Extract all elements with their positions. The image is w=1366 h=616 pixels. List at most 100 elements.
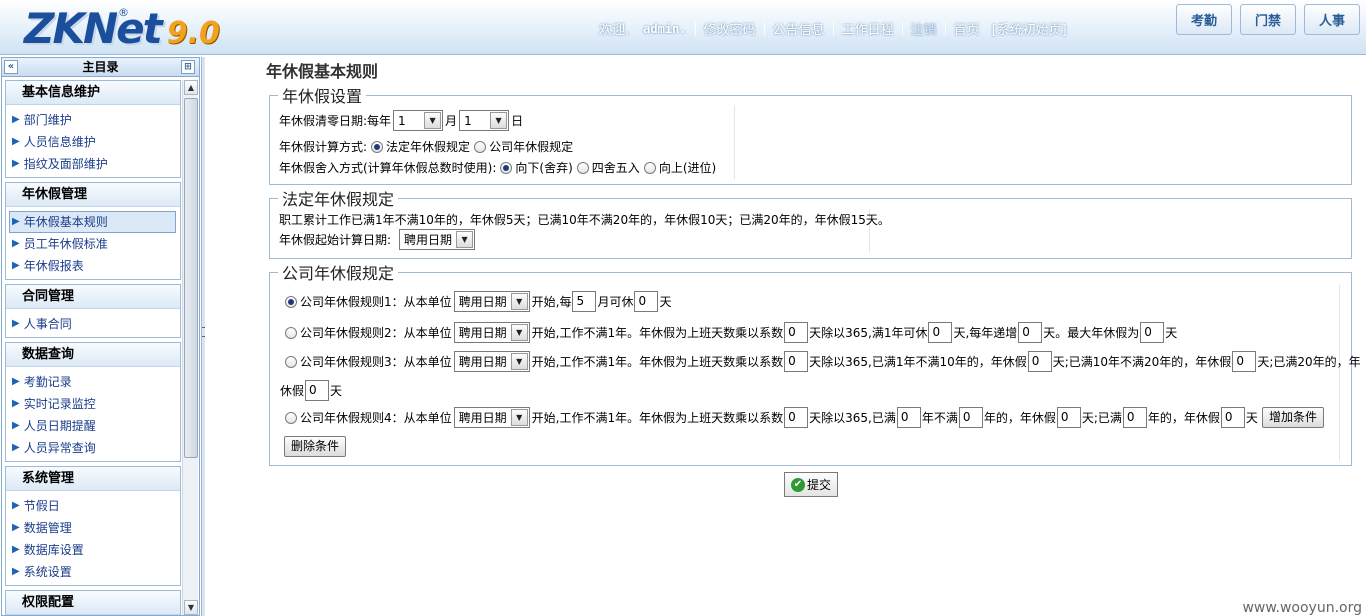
calc-company-radio[interactable] xyxy=(474,140,487,153)
rule-1-months-input[interactable]: 5 xyxy=(572,291,597,312)
scroll-down-icon[interactable]: ▼ xyxy=(184,600,198,615)
round-up-label[interactable]: 向上(进位) xyxy=(659,159,716,176)
sidebar-item-realtime-monitor[interactable]: ▶ 实时记录监控 xyxy=(6,393,180,415)
triangle-right-icon: ▶ xyxy=(12,136,20,147)
rule-3-tier3-input[interactable]: 0 xyxy=(305,380,330,401)
main-content: 年休假基本规则 年休假设置 年休假清零日期:每年 1 ▼ 月 1 ▼ 日 年休假计算… xyxy=(206,57,1366,616)
calc-legal-label[interactable]: 法定年休假规定 xyxy=(386,138,470,155)
triangle-right-icon: ▶ xyxy=(12,318,20,329)
rule-3-tier1-input[interactable]: 0 xyxy=(1027,351,1052,372)
sidebar-item-label: 考勤记录 xyxy=(23,375,72,389)
pin-icon[interactable]: ⊞ xyxy=(181,60,195,74)
sidebar-item-hr-contract[interactable]: ▶ 人事合同 xyxy=(6,313,180,335)
month-unit: 月 xyxy=(445,114,458,128)
reset-date-row: 年休假清零日期:每年 1 ▼ 月 1 ▼ 日 xyxy=(279,110,523,131)
rule-2-first-year-input[interactable]: 0 xyxy=(928,322,953,343)
calc-legal-radio[interactable] xyxy=(371,140,384,153)
rule-1-start-select[interactable]: 聘用日期 ▼ xyxy=(453,291,530,312)
day-select[interactable]: 1 ▼ xyxy=(459,110,510,131)
logout-link[interactable]: 注销 xyxy=(911,19,937,38)
access-control-module-button[interactable]: 门禁 xyxy=(1240,4,1296,35)
calc-company-label[interactable]: 公司年休假规定 xyxy=(489,138,573,155)
sidebar-item-exception-query[interactable]: ▶ 人员异常查询 xyxy=(6,437,180,459)
rule-2-radio[interactable] xyxy=(285,326,297,339)
rule-text: 开始,工作不满1年。年休假为上班天数乘以系数 xyxy=(531,326,784,340)
round-half-radio[interactable] xyxy=(576,161,589,174)
sidebar-scrollbar[interactable]: ▲ ▼ xyxy=(182,80,198,615)
sidebar-item-database-settings[interactable]: ▶ 数据库设置 xyxy=(6,539,180,561)
rule-4-coefficient-input[interactable]: 0 xyxy=(784,407,809,428)
triangle-right-icon: ▶ xyxy=(12,566,20,577)
checkmark-icon: ✔ xyxy=(790,477,805,492)
rule-label: 公司年休假规则3：从本单位 xyxy=(300,355,452,369)
scroll-thumb[interactable] xyxy=(184,98,198,458)
round-up-radio[interactable] xyxy=(643,161,656,174)
attendance-module-button[interactable]: 考勤 xyxy=(1176,4,1232,35)
chevron-down-icon: ▼ xyxy=(510,353,528,370)
group-title[interactable]: 权限配置 xyxy=(6,591,180,615)
sidebar-item-personnel[interactable]: ▶ 人员信息维护 xyxy=(6,131,180,153)
rule-2-max-input[interactable]: 0 xyxy=(1140,322,1165,343)
rule-3-start-select[interactable]: 聘用日期 ▼ xyxy=(453,351,530,372)
sidebar-item-leave-rules[interactable]: ▶ 年休假基本规则 xyxy=(9,211,176,233)
add-condition-button[interactable]: 增加条件 xyxy=(1261,407,1324,428)
rule-1-days-input[interactable]: 0 xyxy=(634,291,659,312)
rule-label: 公司年休假规则2：从本单位 xyxy=(300,326,452,340)
rule-3-radio[interactable] xyxy=(285,355,297,368)
collapse-left-icon[interactable]: « xyxy=(4,60,18,74)
legal-start-date-select[interactable]: 聘用日期 ▼ xyxy=(399,229,476,250)
sidebar-item-leave-standard[interactable]: ▶ 员工年休假标准 xyxy=(6,233,180,255)
rule-1-radio[interactable] xyxy=(285,295,297,308)
submit-button[interactable]: ✔ 提交 xyxy=(784,472,838,497)
rule-text: 年不满 xyxy=(921,411,958,425)
group-title[interactable]: 合同管理 xyxy=(6,285,180,309)
rule-4-over-days-input[interactable]: 0 xyxy=(1220,407,1245,428)
triangle-right-icon: ▶ xyxy=(12,260,20,271)
rule-4-from-years-input[interactable]: 0 xyxy=(896,407,921,428)
change-password-link[interactable]: 修改密码 xyxy=(704,19,756,38)
round-half-label[interactable]: 四舍五入 xyxy=(592,159,640,176)
rule-text: 天除以365,已满1年不满10年的，年休假 xyxy=(809,355,1027,369)
rounding-row: 年休假舍入方式(计算年休假总数时使用): 向下(舍弃) 四舍五入 向上(进位) xyxy=(279,159,716,176)
rule-text: 天;已满10年不满20年的，年休假 xyxy=(1052,355,1232,369)
sidebar-item-leave-report[interactable]: ▶ 年休假报表 xyxy=(6,255,180,277)
rule-4-over-years-input[interactable]: 0 xyxy=(1122,407,1147,428)
group-title[interactable]: 基本信息维护 xyxy=(6,81,180,105)
scroll-up-icon[interactable]: ▲ xyxy=(184,80,198,95)
rule-4-start-select[interactable]: 聘用日期 ▼ xyxy=(453,407,530,428)
sidebar-item-label: 数据库设置 xyxy=(23,543,84,557)
system-home-link[interactable]: [系统初始页] xyxy=(992,19,1067,38)
announcement-link[interactable]: 公告信息 xyxy=(773,19,825,38)
chevron-down-icon: ▼ xyxy=(490,112,508,129)
rule-4-radio[interactable] xyxy=(285,411,297,424)
sidebar-item-data-management[interactable]: ▶ 数据管理 xyxy=(6,517,180,539)
hr-module-button[interactable]: 人事 xyxy=(1304,4,1360,35)
home-link[interactable]: 首页 xyxy=(954,19,980,38)
group-title[interactable]: 数据查询 xyxy=(6,343,180,367)
rule-2-start-select[interactable]: 聘用日期 ▼ xyxy=(453,322,530,343)
sidebar-item-department[interactable]: ▶ 部门维护 xyxy=(6,109,180,131)
sidebar-splitter[interactable] xyxy=(201,57,205,616)
rule-2-coefficient-input[interactable]: 0 xyxy=(784,322,809,343)
group-title[interactable]: 系统管理 xyxy=(6,467,180,491)
rule-2-increment-input[interactable]: 0 xyxy=(1018,322,1043,343)
schedule-link[interactable]: 工作日程 xyxy=(842,19,894,38)
round-down-label[interactable]: 向下(舍弃) xyxy=(515,159,572,176)
rule-4-to-years-input[interactable]: 0 xyxy=(958,407,983,428)
sidebar-item-date-reminder[interactable]: ▶ 人员日期提醒 xyxy=(6,415,180,437)
month-select[interactable]: 1 ▼ xyxy=(393,110,444,131)
triangle-right-icon: ▶ xyxy=(12,442,20,453)
sidebar-item-fingerprint[interactable]: ▶ 指纹及面部维护 xyxy=(6,153,180,175)
rule-4-days-input[interactable]: 0 xyxy=(1056,407,1081,428)
round-down-radio[interactable] xyxy=(500,161,513,174)
sidebar-item-attendance-records[interactable]: ▶ 考勤记录 xyxy=(6,371,180,393)
rule-3-tier2-input[interactable]: 0 xyxy=(1232,351,1257,372)
sidebar-item-system-settings[interactable]: ▶ 系统设置 xyxy=(6,561,180,583)
grip-icon xyxy=(202,327,205,337)
company-rule-4-row: 公司年休假规则4：从本单位 聘用日期 ▼ 开始,工作不满1年。年休假为上班天数乘以… xyxy=(281,407,1324,428)
group-title[interactable]: 年休假管理 xyxy=(6,183,180,207)
delete-condition-button[interactable]: 删除条件 xyxy=(284,436,347,457)
rule-text: 天,每年递增 xyxy=(953,326,1018,340)
sidebar-item-holidays[interactable]: ▶ 节假日 xyxy=(6,495,180,517)
rule-3-coefficient-input[interactable]: 0 xyxy=(784,351,809,372)
